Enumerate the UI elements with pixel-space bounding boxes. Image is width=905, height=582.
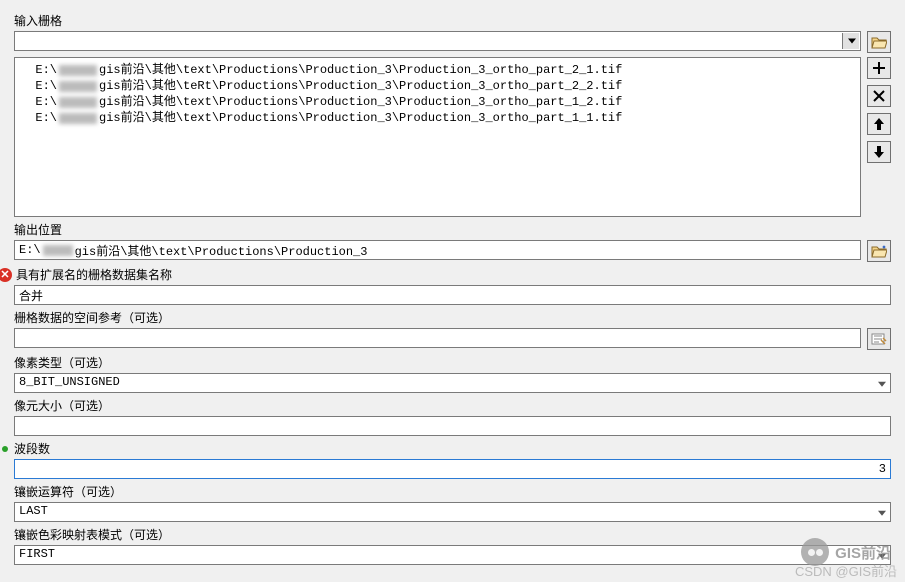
input-files-listbox[interactable]: E:\gis前沿\其他\text\Productions\Production_… <box>14 57 861 217</box>
dataset-name-label: ✕ 具有扩展名的栅格数据集名称 <box>14 266 891 283</box>
error-icon: ✕ <box>0 268 12 282</box>
required-indicator-icon <box>2 446 8 452</box>
cell-size-label: 像元大小（可选） <box>14 397 891 414</box>
mosaic-op-select[interactable]: LAST <box>14 502 891 522</box>
move-up-button[interactable] <box>867 113 891 135</box>
pixel-type-label: 像素类型（可选） <box>14 354 891 371</box>
mosaic-op-label: 镶嵌运算符（可选） <box>14 483 891 500</box>
pixel-type-value: 8_BIT_UNSIGNED <box>19 375 120 389</box>
add-item-button[interactable] <box>867 57 891 79</box>
input-raster-label: 输入栅格 <box>14 12 891 29</box>
colormap-mode-label: 镶嵌色彩映射表模式（可选） <box>14 526 891 543</box>
output-location-input[interactable]: E:\gis前沿\其他\text\Productions\Production_… <box>14 240 861 260</box>
chevron-down-icon <box>878 511 886 516</box>
remove-item-button[interactable] <box>867 85 891 107</box>
list-item[interactable]: E:\gis前沿\其他\teRt\Productions\Production_… <box>17 78 858 94</box>
move-down-button[interactable] <box>867 141 891 163</box>
browse-output-button[interactable] <box>867 240 891 262</box>
chevron-down-icon <box>878 382 886 387</box>
dropdown-arrow-icon[interactable] <box>842 33 859 49</box>
list-item[interactable]: E:\gis前沿\其他\text\Productions\Production_… <box>17 62 858 78</box>
pixel-type-select[interactable]: 8_BIT_UNSIGNED <box>14 373 891 393</box>
input-raster-dropdown[interactable] <box>14 31 861 51</box>
band-count-label: 波段数 <box>14 440 891 457</box>
dataset-name-input[interactable] <box>14 285 891 305</box>
list-item[interactable]: E:\gis前沿\其他\text\Productions\Production_… <box>17 94 858 110</box>
list-item[interactable]: E:\gis前沿\其他\text\Productions\Production_… <box>17 110 858 126</box>
spatial-ref-input[interactable] <box>14 328 861 348</box>
watermark-csdn: CSDN @GIS前沿 <box>795 561 897 580</box>
spatial-ref-label: 栅格数据的空间参考（可选） <box>14 309 891 326</box>
spatial-ref-picker-button[interactable] <box>867 328 891 350</box>
browse-input-button[interactable] <box>867 31 891 53</box>
colormap-mode-select[interactable]: FIRST <box>14 545 891 565</box>
colormap-mode-value: FIRST <box>19 547 55 561</box>
band-count-input[interactable] <box>14 459 891 479</box>
cell-size-input[interactable] <box>14 416 891 436</box>
output-location-label: 输出位置 <box>14 221 891 238</box>
mosaic-op-value: LAST <box>19 504 48 518</box>
